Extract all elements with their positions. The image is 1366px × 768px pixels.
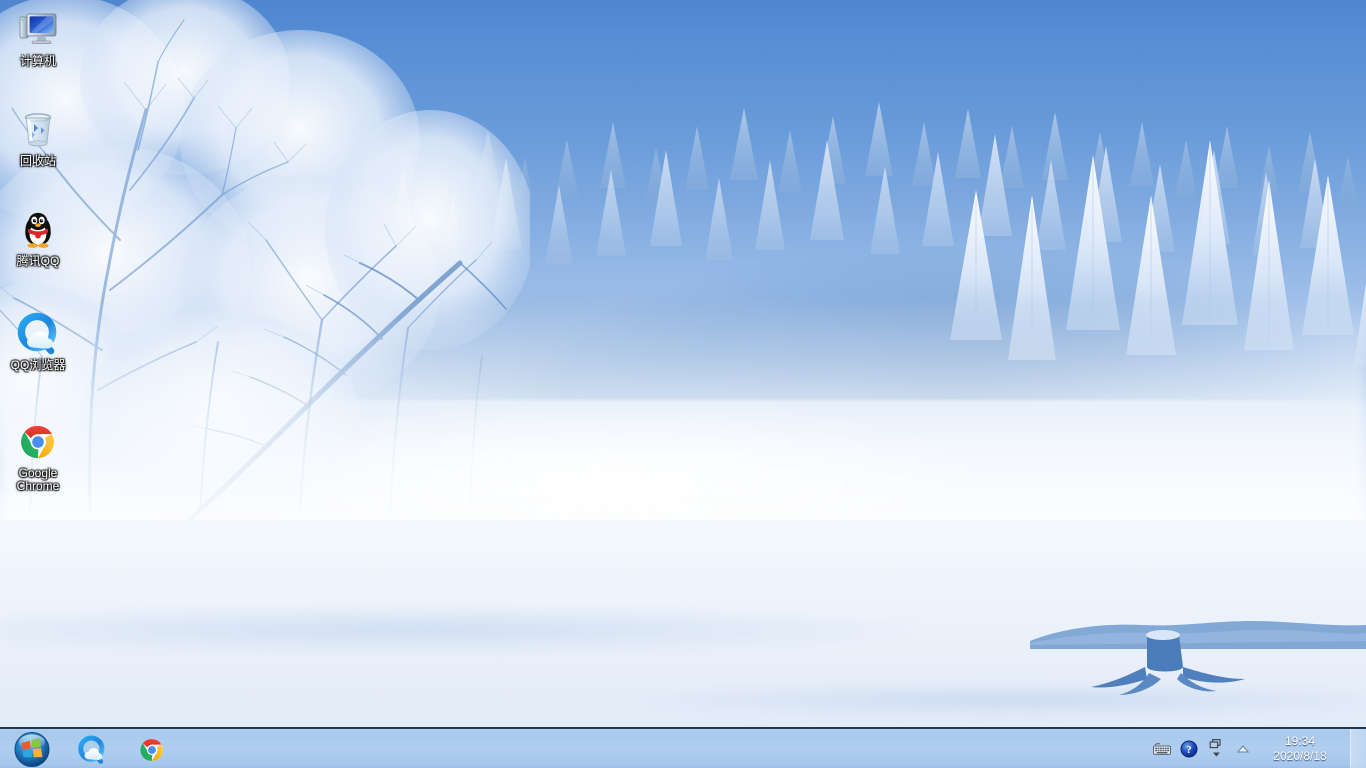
taskbar-item-qq-browser[interactable] xyxy=(66,732,118,767)
taskbar[interactable]: ? 19:34 2020/8/18 xyxy=(0,727,1366,768)
desktop-icon-chrome[interactable]: Google Chrome xyxy=(4,420,72,493)
qq-browser-icon xyxy=(16,312,60,356)
wallpaper-tree-stump xyxy=(1085,625,1265,705)
desktop-icon-tencent-qq[interactable]: 腾讯QQ xyxy=(4,208,72,268)
start-button[interactable] xyxy=(5,731,59,768)
computer-icon xyxy=(16,8,60,52)
desktop-icon-label: Google Chrome xyxy=(16,466,60,493)
desktop-icon-label: 回收站 xyxy=(19,154,56,168)
desktop[interactable]: 计算机 回收站 腾讯QQ QQ浏览器 Google Chrome ? 19:34… xyxy=(0,0,1366,768)
desktop-wallpaper xyxy=(0,0,1366,768)
language-bar[interactable]: ? xyxy=(1146,737,1232,761)
system-tray[interactable]: ? 19:34 2020/8/18 xyxy=(1146,729,1366,768)
recycle-bin-icon xyxy=(16,108,60,152)
keyboard-icon[interactable] xyxy=(1152,739,1172,759)
caret-down-icon xyxy=(1213,752,1220,756)
clock-date: 2020/8/18 xyxy=(1273,748,1327,763)
desktop-icon-label: 腾讯QQ xyxy=(16,254,60,268)
desktop-icon-recycle-bin[interactable]: 回收站 xyxy=(4,108,72,168)
desktop-icon-label: 计算机 xyxy=(19,54,56,68)
restore-window-icon[interactable] xyxy=(1206,737,1226,761)
desktop-icon-label: QQ浏览器 xyxy=(10,358,66,372)
chrome-icon xyxy=(16,420,60,464)
desktop-icon-computer[interactable]: 计算机 xyxy=(4,8,72,68)
help-circle-icon[interactable]: ? xyxy=(1179,739,1199,759)
desktop-icon-layer: 计算机 回收站 腾讯QQ QQ浏览器 Google Chrome xyxy=(0,0,120,720)
show-desktop-button[interactable] xyxy=(1350,729,1366,768)
taskbar-clock[interactable]: 19:34 2020/8/18 xyxy=(1254,734,1346,764)
show-hidden-icons-button[interactable] xyxy=(1232,739,1254,759)
clock-time: 19:34 xyxy=(1284,733,1316,748)
svg-text:?: ? xyxy=(1186,744,1192,756)
taskbar-item-chrome[interactable] xyxy=(126,732,178,767)
qq-penguin-icon xyxy=(16,208,60,252)
desktop-icon-qq-browser[interactable]: QQ浏览器 xyxy=(4,312,72,372)
